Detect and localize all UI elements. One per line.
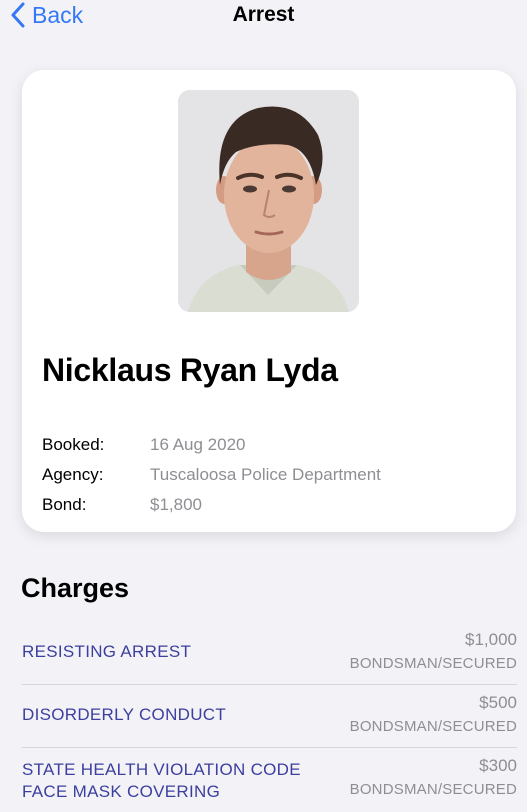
detail-value: 16 Aug 2020 [150,435,246,454]
charge-name: DISORDERLY CONDUCT [22,704,226,726]
person-name: Nicklaus Ryan Lyda [42,352,338,388]
mugshot-photo [178,90,359,312]
detail-label: Bond: [42,495,87,514]
charge-name: RESISTING ARREST [22,641,191,663]
charge-bond-type: BONDSMAN/SECURED [349,718,517,735]
detail-row-booked: Booked: 16 Aug 2020 [42,430,381,460]
navigation-bar: Back Arrest [0,0,527,40]
charge-name-line: STATE HEALTH VIOLATION CODE [22,760,301,779]
page-title: Arrest [232,3,295,26]
charge-row[interactable]: DISORDERLY CONDUCT $500 BONDSMAN/SECURED [22,685,517,748]
charge-bond-type: BONDSMAN/SECURED [349,655,517,672]
arrest-details: Booked: 16 Aug 2020 Agency: Tuscaloosa P… [42,430,381,520]
arrest-card: Nicklaus Ryan Lyda Booked: 16 Aug 2020 A… [22,70,516,532]
charge-name-line: RESISTING ARREST [22,642,192,661]
detail-row-agency: Agency: Tuscaloosa Police Department [42,460,381,490]
charge-bond-type: BONDSMAN/SECURED [349,781,517,798]
detail-label: Agency: [42,465,104,484]
detail-label: Booked: [42,435,105,454]
charge-amount: $500 [479,693,517,712]
detail-row-bond: Bond: $1,800 [42,490,381,520]
charges-heading: Charges [21,573,130,603]
charges-list: RESISTING ARREST $1,000 BONDSMAN/SECURED… [22,622,517,811]
charge-amount: $1,000 [465,630,517,649]
charge-name: STATE HEALTH VIOLATION CODE FACE MASK CO… [22,759,301,803]
charge-name-line: DISORDERLY CONDUCT [22,705,227,724]
detail-value: Tuscaloosa Police Department [150,465,381,484]
detail-value: $1,800 [150,495,202,514]
charge-row[interactable]: STATE HEALTH VIOLATION CODE FACE MASK CO… [22,748,517,811]
charge-amount: $300 [479,756,517,775]
charge-row[interactable]: RESISTING ARREST $1,000 BONDSMAN/SECURED [22,622,517,685]
charge-name-line: FACE MASK COVERING [22,782,221,801]
